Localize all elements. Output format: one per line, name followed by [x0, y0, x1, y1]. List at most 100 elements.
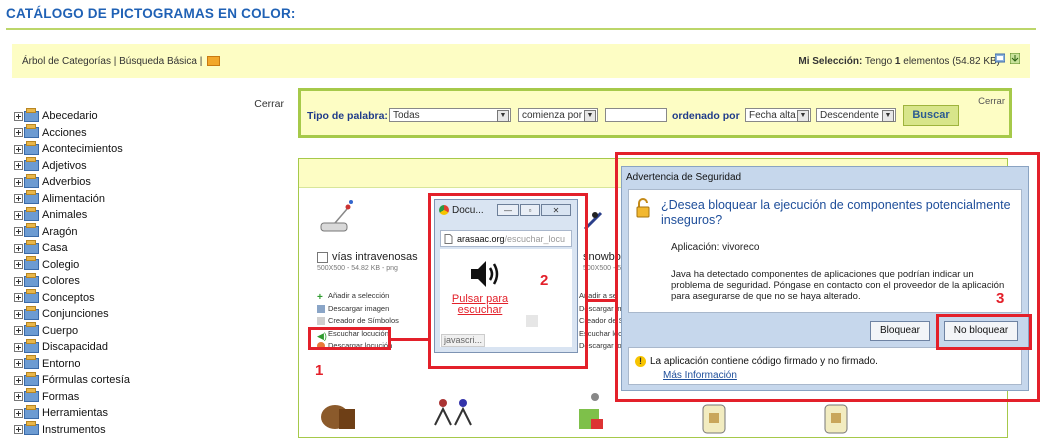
expand-icon[interactable] — [14, 211, 23, 220]
tree-item[interactable]: Acciones — [14, 125, 130, 142]
view-selection-icon[interactable] — [995, 53, 1005, 64]
tree-item[interactable]: Casa — [14, 240, 130, 257]
action-download-image[interactable]: Descargar imagen — [317, 303, 399, 316]
selection-count: 1 — [895, 56, 901, 67]
audio-plugin-placeholder — [526, 315, 538, 327]
footer-warning-text: La aplicación contiene código firmado y … — [650, 356, 878, 367]
footer-warning: !La aplicación contiene código firmado y… — [635, 356, 878, 367]
action-symbol-creator[interactable]: Creador de Símbolos — [317, 315, 399, 328]
tree-item[interactable]: Conjunciones — [14, 306, 130, 323]
page-icon — [444, 234, 453, 244]
chevron-down-icon: ▼ — [584, 110, 596, 122]
maximize-button[interactable]: ▫ — [520, 204, 540, 216]
word-type-value: Todas — [393, 110, 420, 121]
card-title-text: vías intravenosas — [332, 251, 418, 263]
more-info-link[interactable]: Más Información — [663, 370, 737, 381]
popup-url-bar[interactable]: arasaac.org/escuchar_locu — [440, 230, 572, 247]
top-bar: Árbol de Categorías | Búsqueda Básica | … — [12, 44, 1030, 78]
search-input[interactable] — [605, 108, 667, 122]
folder-icon — [24, 111, 39, 122]
expand-icon[interactable] — [14, 194, 23, 203]
action-label: Descargar imagen — [328, 304, 389, 313]
expand-icon[interactable] — [14, 376, 23, 385]
tree-item[interactable]: Aragón — [14, 224, 130, 241]
pictogram-iv-icon[interactable] — [317, 197, 357, 237]
order-value: Fecha alta — [749, 110, 796, 121]
popup-tab: Docu... — [439, 205, 484, 216]
match-select[interactable]: comienza por▼ — [518, 108, 598, 122]
tree-item[interactable]: Cuerpo — [14, 323, 130, 340]
tree-item-label: Alimentación — [42, 193, 105, 205]
block-button[interactable]: Bloquear — [870, 321, 930, 341]
folder-icon — [24, 144, 39, 155]
expand-icon[interactable] — [14, 112, 23, 121]
expand-icon[interactable] — [14, 359, 23, 368]
download-selection-icon[interactable] — [1010, 53, 1020, 64]
close-button[interactable]: ✕ — [541, 204, 571, 216]
tree-item[interactable]: Fórmulas cortesía — [14, 372, 130, 389]
expand-icon[interactable] — [14, 260, 23, 269]
sidebar-close-link[interactable]: Cerrar — [254, 98, 284, 110]
expand-icon[interactable] — [14, 161, 23, 170]
action-add-selection[interactable]: +Añadir a selección — [317, 290, 399, 303]
selection-icons — [993, 52, 1020, 64]
search-close-link[interactable]: Cerrar — [978, 96, 1005, 107]
search-button[interactable]: Buscar — [903, 105, 959, 126]
tree-item[interactable]: Adverbios — [14, 174, 130, 191]
tree-item[interactable]: Alimentación — [14, 191, 130, 208]
tree-item[interactable]: Conceptos — [14, 290, 130, 307]
tree-item[interactable]: Formas — [14, 389, 130, 406]
tree-item[interactable]: Animales — [14, 207, 130, 224]
plus-icon: + — [317, 292, 325, 300]
tree-item[interactable]: Colegio — [14, 257, 130, 274]
tree-item-label: Abecedario — [42, 110, 98, 122]
mail-icon[interactable] — [207, 56, 220, 66]
annotation-number-2: 2 — [540, 272, 548, 289]
tree-item[interactable]: Adjetivos — [14, 158, 130, 175]
nav-basic-search-link[interactable]: Búsqueda Básica — [119, 56, 197, 67]
order-select[interactable]: Fecha alta▼ — [745, 108, 811, 122]
word-type-select[interactable]: Todas▼ — [389, 108, 511, 122]
connector-line-1 — [390, 338, 430, 341]
tree-item-label: Instrumentos — [42, 424, 106, 436]
folder-icon — [24, 342, 39, 353]
pictogram-bread-icon[interactable] — [317, 395, 359, 435]
expand-icon[interactable] — [14, 310, 23, 319]
direction-select[interactable]: Descendente▼ — [816, 108, 896, 122]
pictogram-people-icon[interactable] — [431, 395, 475, 435]
dialog-question: ¿Desea bloquear la ejecución de componen… — [661, 198, 1011, 228]
dialog-application: Aplicación: vivoreco — [671, 242, 759, 253]
tree-item-label: Adjetivos — [42, 160, 87, 172]
select-checkbox[interactable] — [317, 252, 328, 263]
expand-icon[interactable] — [14, 128, 23, 137]
expand-icon[interactable] — [14, 326, 23, 335]
expand-icon[interactable] — [14, 277, 23, 286]
expand-icon[interactable] — [14, 293, 23, 302]
expand-icon[interactable] — [14, 145, 23, 154]
expand-icon[interactable] — [14, 392, 23, 401]
highlight-box-dont-block — [936, 314, 1032, 350]
expand-icon[interactable] — [14, 425, 23, 434]
expand-icon[interactable] — [14, 343, 23, 352]
expand-icon[interactable] — [14, 178, 23, 187]
tree-item[interactable]: Colores — [14, 273, 130, 290]
expand-icon[interactable] — [14, 409, 23, 418]
tree-item[interactable]: Discapacidad — [14, 339, 130, 356]
tree-item[interactable]: Abecedario — [14, 108, 130, 125]
word-type-label: Tipo de palabra: — [307, 110, 388, 122]
expand-icon[interactable] — [14, 227, 23, 236]
order-label: ordenado por — [672, 110, 740, 122]
tree-item[interactable]: Herramientas — [14, 405, 130, 422]
category-tree: Abecedario Acciones Acontecimientos Adje… — [14, 108, 130, 438]
expand-icon[interactable] — [14, 244, 23, 253]
speaker-icon[interactable] — [468, 257, 502, 291]
minimize-button[interactable]: — — [497, 204, 519, 216]
folder-icon — [24, 210, 39, 221]
nav-category-tree-link[interactable]: Árbol de Categorías — [22, 56, 111, 67]
folder-icon — [24, 276, 39, 287]
pictogram-garden-icon[interactable] — [577, 391, 607, 431]
tree-item[interactable]: Entorno — [14, 356, 130, 373]
press-to-listen-link[interactable]: Pulsar para escuchar — [440, 294, 520, 316]
tree-item[interactable]: Acontecimientos — [14, 141, 130, 158]
folder-icon — [24, 127, 39, 138]
